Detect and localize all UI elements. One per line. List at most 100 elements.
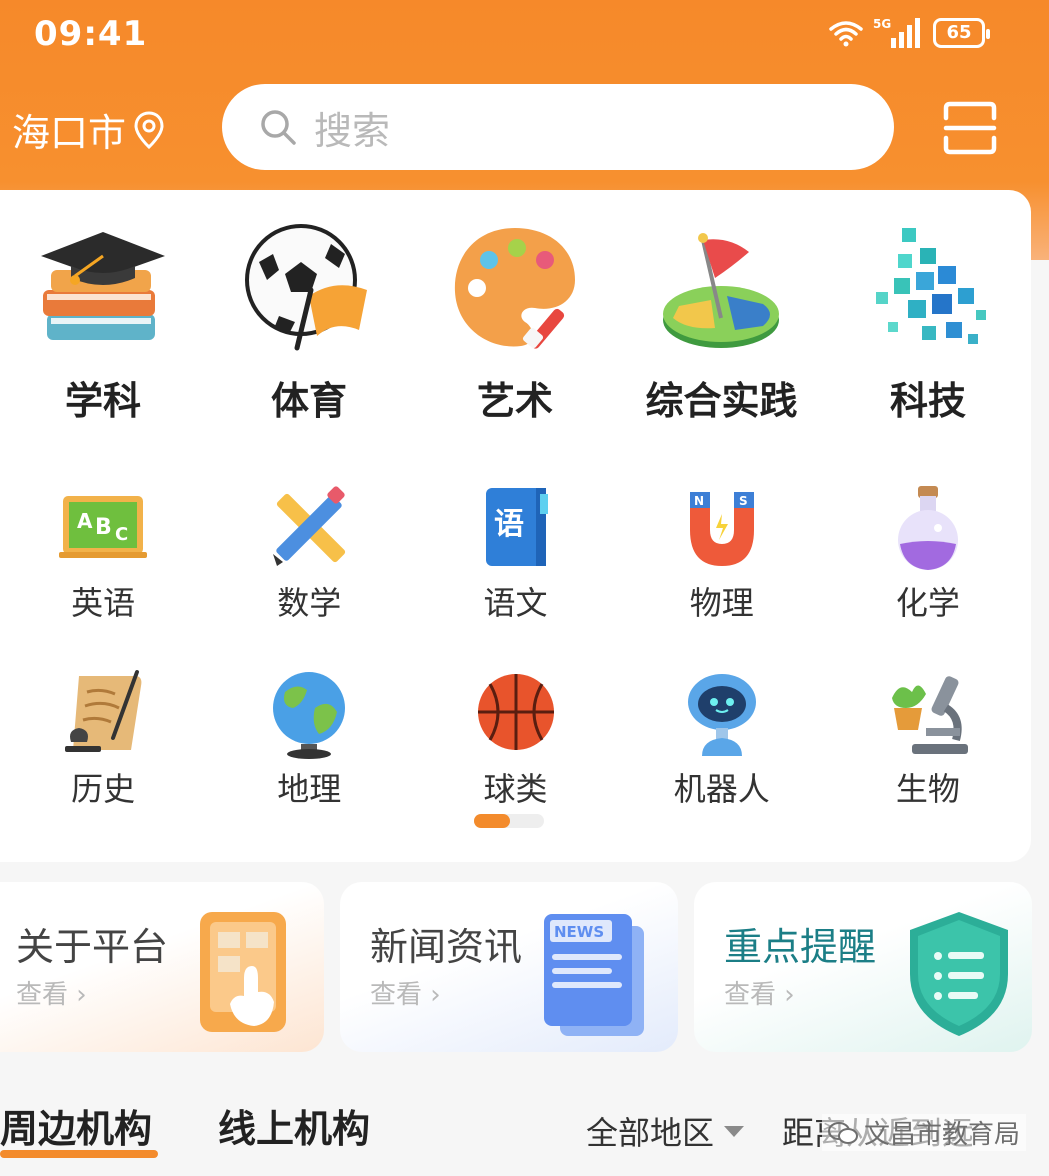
graduation-cap-icon [41,232,165,340]
search-placeholder: 搜索 [314,108,391,153]
status-bar: 09:41 5G 65 [0,0,1049,70]
subject-chinese[interactable]: 语 语文 [412,482,618,624]
category-label: 科技 [889,379,966,423]
card-title: 重点提醒 [724,925,877,969]
card-title: 新闻资讯 [370,925,523,969]
cellular-signal-icon: 5G [873,17,920,48]
status-icons: 5G 65 [829,16,990,50]
subject-label: 地理 [277,770,342,808]
page-indicator [474,814,544,828]
subject-chemistry[interactable]: 化学 [825,482,1031,624]
chevron-right-icon: › [430,980,441,1010]
chevron-right-icon: › [76,980,87,1010]
flag-map-icon [663,233,780,348]
featured-category-row: 学科 体育 艺术 综合实践 科技 [0,218,1031,425]
subject-robotics[interactable]: 机器人 [619,668,825,810]
svg-text:S: S [739,494,748,508]
svg-text:B: B [95,515,112,540]
category-practice[interactable]: 综合实践 [618,218,825,425]
news-card[interactable]: 新闻资讯 查看 › NEWS [340,882,678,1052]
svg-text:C: C [115,524,128,545]
pencil-ruler-icon [273,486,346,566]
subject-biology[interactable]: 生物 [825,668,1031,810]
reminder-card[interactable]: 重点提醒 查看 › [694,882,1032,1052]
paint-palette-icon [454,228,575,349]
basketball-icon [477,674,554,750]
watermark-text: 文昌市教育局 [864,1120,1021,1150]
svg-text:A: A [77,509,93,533]
category-sports[interactable]: 体育 [206,218,412,425]
news-icon-label: NEWS [554,923,604,941]
category-label: 学科 [64,379,141,423]
chinese-book-icon: 语 [485,488,548,566]
flask-icon [897,486,958,570]
subject-label: 机器人 [673,770,770,808]
page-indicator-active [474,814,510,828]
tab-nearby-institutions[interactable]: 周边机构 [0,1098,152,1153]
region-filter-dropdown[interactable]: 全部地区 [586,1108,745,1154]
scan-icon[interactable] [942,100,998,156]
subject-math[interactable]: 数学 [206,482,412,624]
soccer-ball-icon [245,224,367,351]
card-view-link[interactable]: 查看 › [370,974,441,1011]
card-view-link[interactable]: 查看 › [16,974,87,1011]
subject-row-1: A B C 英语 数学 语 语文 N S 物理 化学 [0,482,1031,624]
subject-label: 生物 [895,770,960,808]
active-tab-indicator [0,1150,158,1158]
subject-history[interactable]: 历史 [0,668,206,810]
app-header: 海口市 搜索 [0,80,1049,172]
category-art[interactable]: 艺术 [412,218,618,425]
subject-label: 物理 [689,584,754,622]
subject-row-2: 历史 地理 球类 机器人 生物 [0,668,1031,810]
subject-label: 数学 [277,584,342,622]
battery-level: 65 [946,22,972,43]
subject-physics[interactable]: N S 物理 [619,482,825,624]
scroll-icon [65,670,142,752]
location-pin-icon [134,110,164,149]
subject-label: 化学 [895,584,960,622]
svg-text:N: N [694,494,704,508]
caret-down-icon [724,1126,745,1137]
subject-ball-games[interactable]: 球类 [412,668,618,810]
search-input[interactable]: 搜索 [222,84,894,170]
subject-label: 球类 [483,770,548,808]
subject-label: 英语 [71,584,136,622]
status-time: 09:41 [34,14,148,54]
robot-icon [687,674,756,756]
magnet-icon: N S [689,492,754,566]
subject-english[interactable]: A B C 英语 [0,482,206,624]
news-icon: NEWS [544,914,644,1036]
card-title: 关于平台 [16,925,169,969]
phone-tap-icon [200,912,286,1032]
region-filter-label: 全部地区 [586,1114,715,1152]
wechat-icon [828,1121,858,1144]
cubes-tech-icon [875,228,986,344]
category-label: 艺术 [476,379,553,423]
tab-online-institutions[interactable]: 线上机构 [218,1098,370,1153]
globe-icon [273,672,346,759]
category-subjects[interactable]: 学科 [0,218,206,425]
shield-list-icon [910,912,1008,1036]
abc-board-icon: A B C [59,496,148,558]
category-label: 综合实践 [645,379,798,423]
card-view-label: 查看 [724,980,777,1010]
battery-icon: 65 [933,18,990,48]
microscope-icon [891,676,968,754]
category-panel: 学科 体育 艺术 综合实践 科技 A B C 英语 数学 语 语文 N S 物理… [0,190,1031,862]
city-label: 海口市 [12,111,127,155]
card-view-label: 查看 [16,980,69,1010]
search-icon [261,110,296,145]
category-label: 体育 [270,379,347,423]
about-platform-card[interactable]: 关于平台 查看 › [0,882,324,1052]
network-type-label: 5G [873,17,891,31]
svg-text:语: 语 [494,507,524,542]
chevron-right-icon: › [784,980,795,1010]
card-view-link[interactable]: 查看 › [724,974,795,1011]
subject-geography[interactable]: 地理 [206,668,412,810]
card-view-label: 查看 [370,980,423,1010]
category-technology[interactable]: 科技 [825,218,1031,425]
city-selector[interactable]: 海口市 [12,102,166,157]
watermark: 文昌市教育局 [822,1114,1027,1151]
institution-tabs: 周边机构 线上机构 全部地区 距离从近到远 文昌市教育局 [0,1090,1049,1176]
subject-label: 历史 [71,770,136,808]
